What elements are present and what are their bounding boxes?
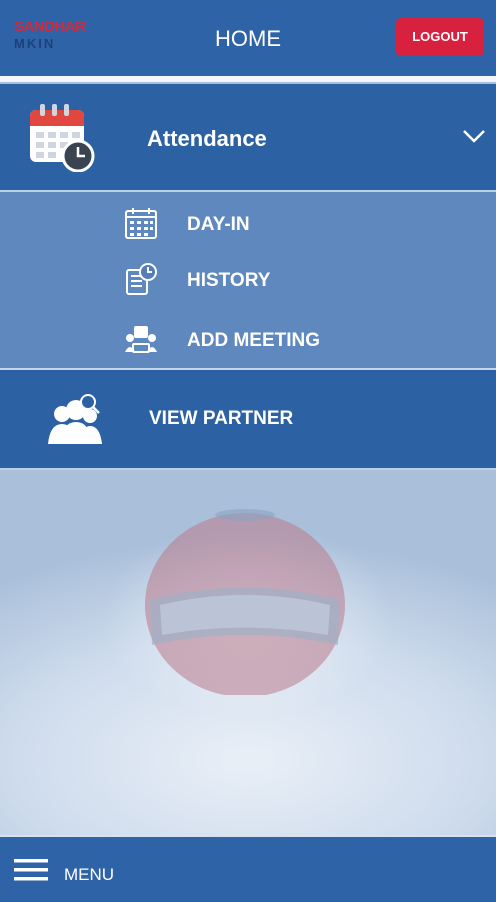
hamburger-menu-icon[interactable] bbox=[14, 858, 48, 882]
view-partner-label: VIEW PARTNER bbox=[149, 408, 294, 429]
helmet-illustration bbox=[145, 509, 345, 695]
calendar-grid-icon bbox=[125, 208, 157, 239]
submenu-item-add-meeting[interactable]: ADD MEETING bbox=[0, 314, 496, 362]
attendance-submenu: DAY-IN HISTORY ADD MEETING bbox=[0, 192, 496, 370]
header-divider bbox=[0, 76, 496, 82]
top-app-bar: SANDHAR MKIN HOME LOGOUT bbox=[0, 0, 496, 76]
meeting-icon bbox=[125, 326, 157, 353]
history-label: HISTORY bbox=[187, 270, 271, 291]
chevron-down-icon[interactable] bbox=[462, 128, 486, 144]
add-meeting-label: ADD MEETING bbox=[187, 330, 320, 351]
calendar-clock-icon bbox=[30, 104, 95, 172]
menu-label[interactable]: MENU bbox=[64, 865, 114, 885]
day-in-label: DAY-IN bbox=[187, 214, 250, 235]
submenu-item-day-in[interactable]: DAY-IN bbox=[0, 198, 496, 246]
logout-button[interactable]: LOGOUT bbox=[396, 18, 484, 56]
attendance-label: Attendance bbox=[147, 126, 267, 151]
submenu-item-history[interactable]: HISTORY bbox=[0, 254, 496, 302]
view-partner-menu-item[interactable]: VIEW PARTNER bbox=[0, 370, 496, 470]
bottom-navigation-bar: MENU bbox=[0, 835, 496, 902]
partner-search-icon bbox=[48, 394, 102, 444]
history-clock-icon bbox=[126, 263, 157, 295]
attendance-menu-item[interactable]: Attendance bbox=[0, 84, 496, 192]
